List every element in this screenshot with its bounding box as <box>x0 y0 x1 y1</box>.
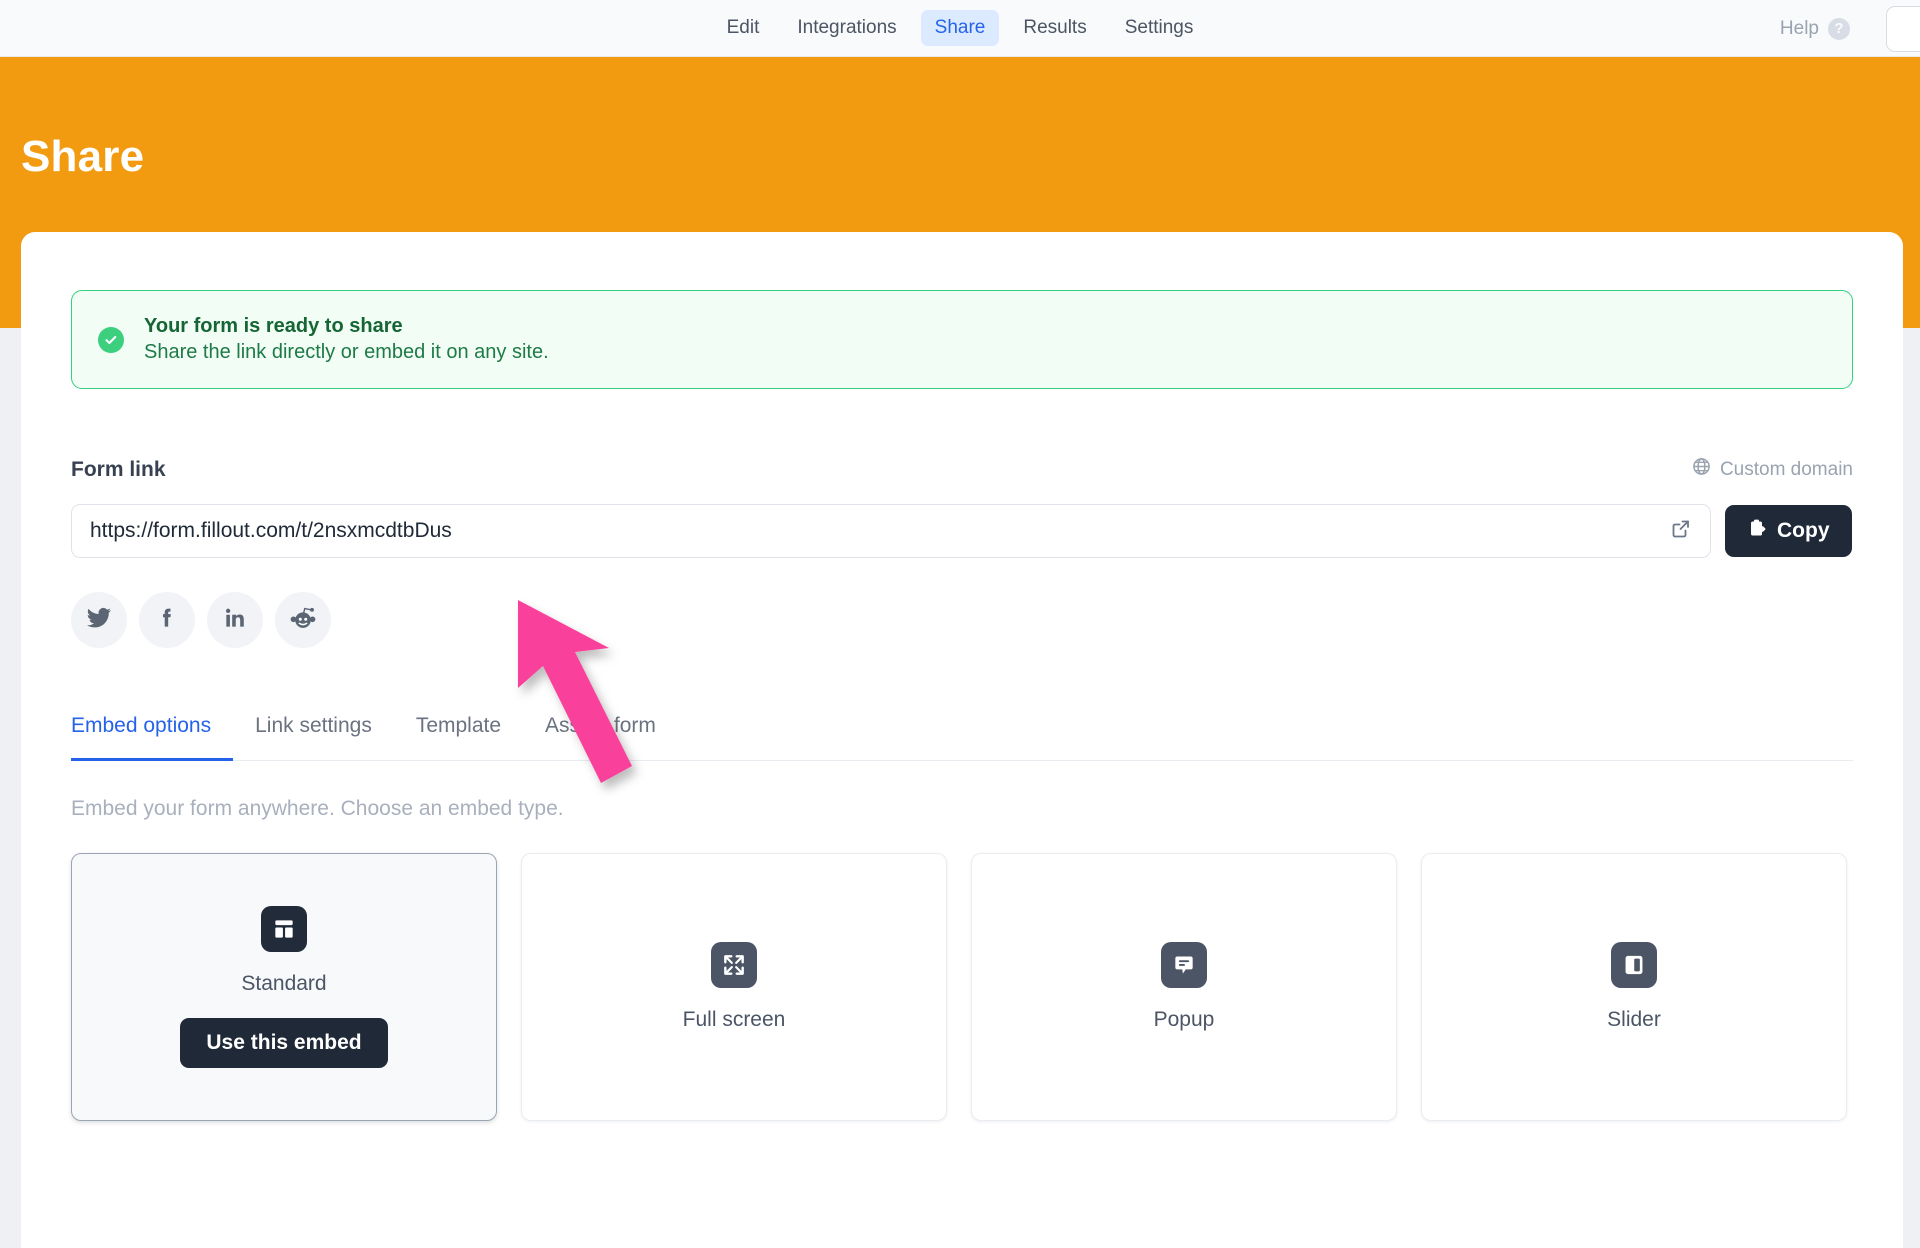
tab-template[interactable]: Template <box>394 714 523 761</box>
success-text-group: Your form is ready to share Share the li… <box>144 315 549 364</box>
embed-option-popup[interactable]: Popup <box>971 853 1397 1121</box>
app-screen: Edit Integrations Share Results Settings… <box>0 0 1920 1248</box>
embed-options-grid: Standard Use this embed Full screen Popu… <box>71 853 1853 1121</box>
copy-button-label: Copy <box>1777 519 1830 542</box>
embed-option-label: Full screen <box>682 1008 786 1031</box>
custom-domain-button[interactable]: Custom domain <box>1692 457 1853 482</box>
tab-embed-options[interactable]: Embed options <box>71 714 234 761</box>
share-panel-card: Your form is ready to share Share the li… <box>21 232 1903 1248</box>
share-panel-content: Your form is ready to share Share the li… <box>71 290 1853 1121</box>
share-linkedin-button[interactable] <box>207 592 263 648</box>
success-subtitle: Share the link directly or embed it on a… <box>144 341 549 363</box>
reddit-icon <box>290 605 316 636</box>
share-facebook-button[interactable] <box>139 592 195 648</box>
nav-right-group: Help ? <box>1780 0 1920 57</box>
custom-domain-label: Custom domain <box>1719 458 1853 480</box>
social-share-row <box>71 592 1853 648</box>
success-banner: Your form is ready to share Share the li… <box>71 290 1853 389</box>
nav-items: Edit Integrations Share Results Settings <box>713 10 1208 46</box>
page-title: Share <box>21 132 145 181</box>
share-twitter-button[interactable] <box>71 592 127 648</box>
embed-option-full-screen[interactable]: Full screen <box>521 853 947 1121</box>
side-panel-icon <box>1611 942 1657 988</box>
embed-option-slider[interactable]: Slider <box>1421 853 1847 1121</box>
nav-tab-settings[interactable]: Settings <box>1111 10 1208 46</box>
globe-icon <box>1692 457 1711 482</box>
form-link-header-row: Form link Custom domain <box>71 457 1853 482</box>
top-navigation-bar: Edit Integrations Share Results Settings… <box>0 0 1920 57</box>
check-circle-icon <box>98 326 124 353</box>
help-button[interactable]: Help ? <box>1779 17 1850 40</box>
linkedin-icon <box>222 605 248 636</box>
tab-assign-form[interactable]: Assign form <box>523 714 678 761</box>
embed-description: Embed your form anywhere. Choose an embe… <box>71 797 564 820</box>
embed-option-label: Popup <box>1153 1008 1215 1031</box>
edge-action-button[interactable] <box>1886 5 1920 52</box>
form-link-input[interactable]: https://form.fillout.com/t/2nsxmcdtbDus <box>71 504 1711 558</box>
clipboard-icon <box>1747 518 1767 544</box>
embed-tabs: Embed options Link settings Template Ass… <box>71 714 1853 761</box>
use-this-embed-button[interactable]: Use this embed <box>180 1018 388 1068</box>
tab-link-settings[interactable]: Link settings <box>233 714 394 761</box>
external-link-icon[interactable] <box>1670 518 1692 545</box>
form-link-input-row: https://form.fillout.com/t/2nsxmcdtbDus <box>71 504 1853 558</box>
embed-option-label: Slider <box>1607 1008 1661 1031</box>
twitter-icon <box>86 605 112 636</box>
share-reddit-button[interactable] <box>275 592 331 648</box>
message-bubble-icon <box>1161 942 1207 988</box>
nav-tab-integrations[interactable]: Integrations <box>783 10 910 46</box>
help-label: Help <box>1779 17 1819 39</box>
copy-button[interactable]: Copy <box>1725 505 1852 557</box>
facebook-icon <box>154 605 180 636</box>
success-title: Your form is ready to share <box>144 315 403 337</box>
layout-panels-icon <box>261 906 307 952</box>
embed-option-standard[interactable]: Standard Use this embed <box>71 853 497 1121</box>
nav-tab-share[interactable]: Share <box>920 10 1000 46</box>
embed-option-label: Standard <box>241 972 327 995</box>
question-mark-circle-icon: ? <box>1828 17 1850 40</box>
form-link-label: Form link <box>71 457 166 481</box>
expand-arrows-icon <box>711 942 757 988</box>
nav-tab-edit[interactable]: Edit <box>713 10 774 46</box>
nav-tab-results[interactable]: Results <box>1009 10 1100 46</box>
form-link-url-value: https://form.fillout.com/t/2nsxmcdtbDus <box>90 519 452 542</box>
